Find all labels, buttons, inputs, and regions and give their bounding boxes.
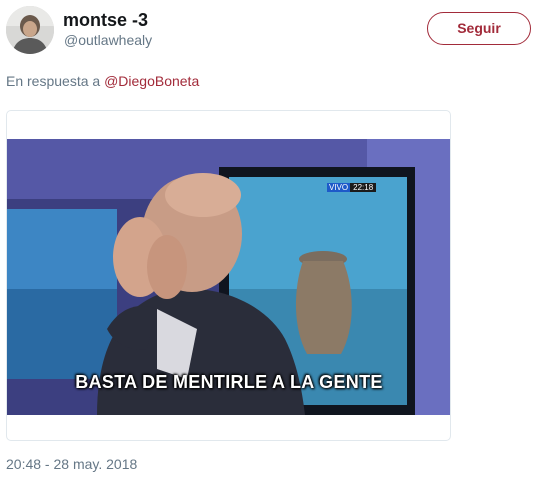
media-caption: BASTA DE MENTIRLE A LA GENTE: [75, 372, 383, 392]
display-name[interactable]: montse -3: [63, 10, 148, 31]
tv-live-badge: VIVO 22:18: [327, 183, 377, 193]
avatar-photo: [6, 6, 54, 54]
tweet: montse -3 @outlawhealy Seguir En respues…: [0, 0, 537, 478]
tv-clock: 22:18: [350, 183, 377, 192]
media-image[interactable]: VIVO 22:18 BASTA DE MENTIRLE A LA GENTE: [7, 139, 450, 415]
live-label: VIVO: [327, 183, 351, 192]
reply-prefix: En respuesta a: [6, 73, 101, 89]
follow-button[interactable]: Seguir: [427, 12, 531, 45]
media-card[interactable]: VIVO 22:18 BASTA DE MENTIRLE A LA GENTE: [6, 110, 451, 441]
tweet-timestamp[interactable]: 20:48 - 28 may. 2018: [6, 456, 137, 472]
avatar[interactable]: [6, 6, 54, 54]
reply-context: En respuesta a @DiegoBoneta: [6, 73, 199, 89]
user-handle[interactable]: @outlawhealy: [64, 32, 152, 48]
reply-mention-link[interactable]: @DiegoBoneta: [104, 73, 199, 89]
